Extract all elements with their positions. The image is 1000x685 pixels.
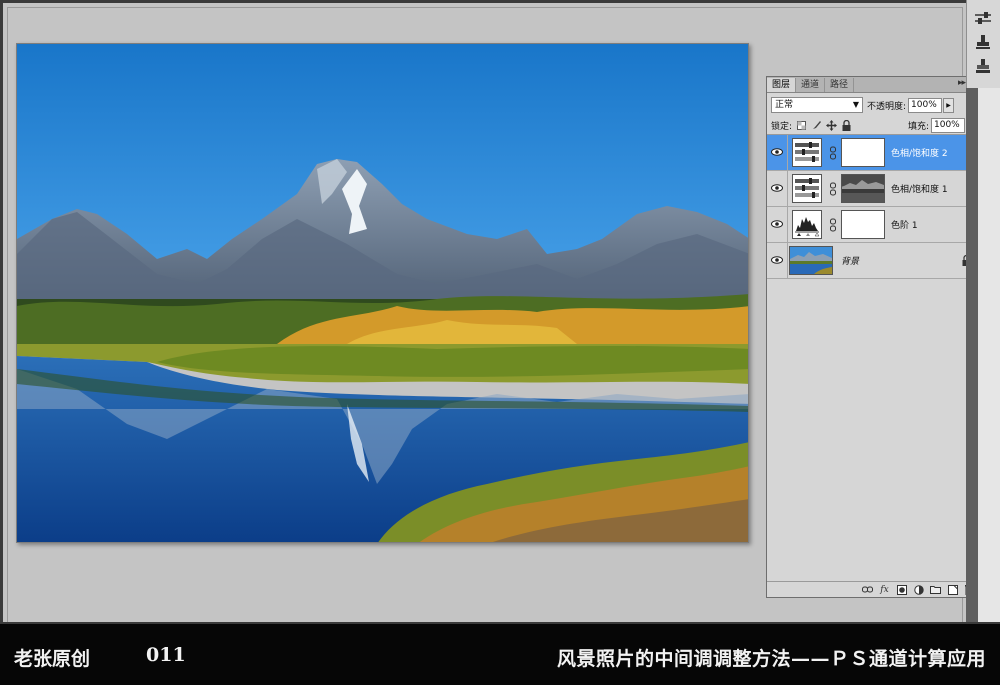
eye-visibility-icon[interactable] (770, 182, 784, 194)
opacity-label: 不透明度: (867, 101, 907, 112)
layer-name: 色相/饱和度 1 (891, 185, 948, 195)
adjustment-hue-saturation-thumbnail-icon[interactable] (792, 174, 822, 203)
opacity-input[interactable]: 100% (908, 97, 943, 113)
scrollbar-thumb[interactable] (978, 88, 1000, 622)
lock-label: 锁定: (771, 121, 793, 132)
layer-mask-thumbnail-grayscale[interactable] (841, 174, 885, 203)
layer-row-background[interactable]: 背景 (767, 243, 981, 279)
layer-name: 背景 (841, 257, 860, 267)
tutorial-number: 011 (146, 644, 186, 666)
fill-label: 填充: (907, 121, 929, 132)
new-layer-icon[interactable] (947, 584, 958, 595)
opacity-slider-button[interactable]: ▶ (943, 97, 955, 113)
lock-row: 锁定: 填充: 100% ▶ (771, 117, 977, 133)
eye-visibility-icon[interactable] (770, 254, 784, 266)
lock-image-brush-icon[interactable] (811, 120, 822, 131)
lock-transparency-icon[interactable] (796, 120, 807, 131)
layer-mask-thumbnail[interactable] (841, 210, 885, 239)
blend-row: 正常 ▼ 不透明度: 100% ▶ (771, 97, 977, 113)
layer-divider (787, 171, 788, 207)
layer-mask-thumbnail[interactable] (841, 138, 885, 167)
layer-divider (787, 207, 788, 243)
scrollbar-track-dark (966, 88, 978, 622)
blend-mode-value: 正常 (775, 100, 794, 110)
lock-all-padlock-icon[interactable] (841, 119, 852, 131)
new-group-folder-icon[interactable] (930, 584, 941, 595)
background-image-thumbnail[interactable] (789, 246, 833, 275)
clone-stamp-icon[interactable] (972, 32, 994, 52)
chevron-down-icon: ▼ (852, 100, 859, 109)
landscape-photo (17, 44, 748, 542)
layer-name: 色阶 1 (891, 221, 918, 231)
photoshop-window: 图层 通道 路径 ▸▸ ▾≡ 正常 ▼ 不透明度: 100% ▶ 锁定: (0, 0, 1000, 622)
layer-row-hue-saturation-1[interactable]: 色相/饱和度 1 (767, 171, 981, 207)
layer-style-fx-icon[interactable]: fx (879, 584, 890, 595)
adjustment-hue-saturation-thumbnail-icon[interactable] (792, 138, 822, 167)
tab-paths[interactable]: 路径 (825, 78, 855, 92)
link-layers-icon[interactable] (862, 584, 873, 595)
canvas-image-mountain-lake[interactable] (16, 43, 749, 543)
fill-input[interactable]: 100% (931, 117, 965, 133)
layer-row-hue-saturation-2[interactable]: 色相/饱和度 2 (767, 135, 981, 171)
stamp-tool-icon[interactable] (972, 56, 994, 76)
eye-visibility-icon[interactable] (770, 218, 784, 230)
author-caption: 老张原创 (14, 648, 91, 670)
adjust-sliders-icon[interactable] (972, 8, 994, 28)
chain-link-icon[interactable] (829, 146, 837, 160)
adjustment-levels-histogram-thumbnail-icon[interactable] (792, 210, 822, 239)
chain-link-icon[interactable] (829, 182, 837, 196)
layer-name: 色相/饱和度 2 (891, 149, 948, 159)
lock-position-move-icon[interactable] (826, 119, 838, 131)
add-mask-icon[interactable] (896, 584, 907, 595)
tab-channels[interactable]: 通道 (796, 78, 826, 92)
layer-list: 色相/饱和度 2 色相/饱和度 1 色阶 1 背景 (767, 134, 981, 279)
layers-panel-footer: fx (767, 581, 981, 597)
panel-tab-bar: 图层 通道 路径 ▸▸ ▾≡ (767, 77, 981, 93)
caption-bar: 老张原创 011 风景照片的中间调调整方法——ＰＳ通道计算应用 (0, 622, 1000, 685)
tutorial-title: 风景照片的中间调调整方法——ＰＳ通道计算应用 (556, 648, 986, 670)
tab-layers[interactable]: 图层 (767, 78, 797, 92)
layer-divider (787, 243, 788, 279)
right-tool-strip (966, 0, 1000, 622)
eye-visibility-icon[interactable] (770, 146, 784, 158)
blend-mode-select[interactable]: 正常 ▼ (771, 97, 863, 113)
new-adjustment-layer-icon[interactable] (913, 584, 924, 595)
chain-link-icon[interactable] (829, 218, 837, 232)
layer-row-levels-1[interactable]: 色阶 1 (767, 207, 981, 243)
layers-panel: 图层 通道 路径 ▸▸ ▾≡ 正常 ▼ 不透明度: 100% ▶ 锁定: (766, 76, 982, 598)
layer-divider (787, 135, 788, 171)
window-scrollbar[interactable] (966, 88, 1000, 622)
